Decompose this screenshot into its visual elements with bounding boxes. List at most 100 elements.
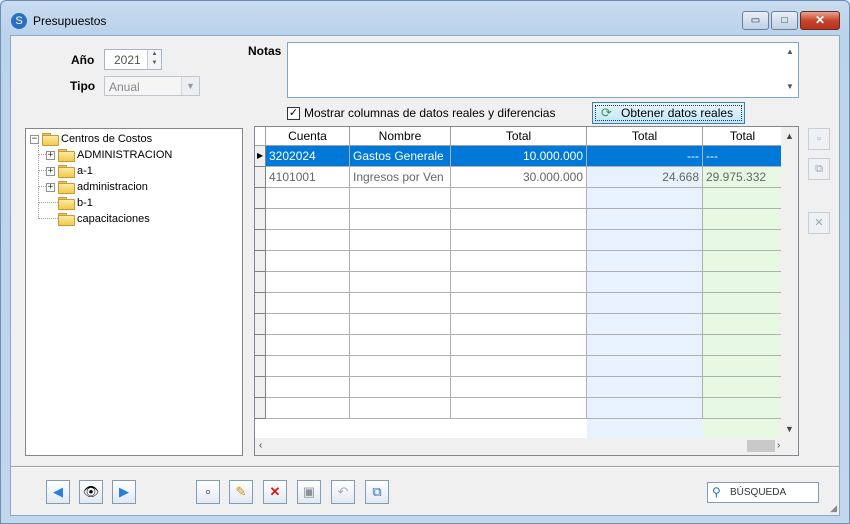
empty-cell[interactable] <box>266 230 350 251</box>
empty-cell[interactable] <box>350 356 451 377</box>
empty-cell[interactable] <box>451 398 587 419</box>
notes-scrollbar[interactable]: ▲ ▼ <box>782 43 798 97</box>
col-header-total[interactable]: Total <box>451 127 587 146</box>
empty-cell[interactable] <box>451 377 587 398</box>
expand-icon[interactable]: + <box>46 150 55 160</box>
delete-line-icon[interactable]: ✕ <box>808 212 830 234</box>
empty-cell[interactable] <box>350 251 451 272</box>
empty-cell[interactable] <box>703 272 783 293</box>
copy-button[interactable]: ⧉ <box>365 480 389 504</box>
empty-cell[interactable] <box>703 188 783 209</box>
tree-item-b-1[interactable]: b-1 <box>58 195 93 211</box>
empty-cell[interactable] <box>350 314 451 335</box>
collapse-icon[interactable]: − <box>30 134 39 144</box>
copy-line-icon[interactable]: ⧉ <box>808 158 830 180</box>
cell-total[interactable]: 30.000.000 <box>451 167 587 188</box>
grid-vertical-scrollbar[interactable]: ▲ ▼ <box>781 127 798 438</box>
search-button[interactable]: ⚲ BÚSQUEDA <box>707 482 819 503</box>
empty-cell[interactable] <box>587 335 703 356</box>
empty-cell[interactable] <box>266 188 350 209</box>
empty-cell[interactable] <box>703 377 783 398</box>
empty-cell[interactable] <box>587 377 703 398</box>
empty-cell[interactable] <box>451 209 587 230</box>
row-indicator[interactable] <box>255 167 266 188</box>
row-indicator[interactable] <box>255 251 266 272</box>
empty-cell[interactable] <box>451 293 587 314</box>
new-button[interactable]: ▫ <box>196 480 220 504</box>
empty-cell[interactable] <box>350 398 451 419</box>
scroll-right-icon[interactable]: › <box>777 440 780 451</box>
cell-total-difference[interactable]: --- <box>703 146 783 167</box>
empty-cell[interactable] <box>451 251 587 272</box>
cell-total-real[interactable]: --- <box>587 146 703 167</box>
show-real-checkbox[interactable]: ✓ Mostrar columnas de datos reales y dif… <box>287 106 555 120</box>
cell-nombre[interactable]: Gastos Generale <box>350 146 451 167</box>
empty-cell[interactable] <box>703 293 783 314</box>
cell-cuenta[interactable]: 4101001 <box>266 167 350 188</box>
row-indicator[interactable] <box>255 272 266 293</box>
empty-cell[interactable] <box>587 272 703 293</box>
empty-cell[interactable] <box>350 335 451 356</box>
find-button[interactable]: 👁 <box>79 480 103 504</box>
checkmark-icon[interactable]: ✓ <box>287 106 300 120</box>
empty-cell[interactable] <box>350 209 451 230</box>
delete-button[interactable]: ✕ <box>263 480 287 504</box>
cell-total-difference[interactable]: 29.975.332 <box>703 167 783 188</box>
row-indicator[interactable] <box>255 188 266 209</box>
empty-cell[interactable] <box>266 335 350 356</box>
undo-button[interactable]: ↶ <box>331 480 355 504</box>
empty-cell[interactable] <box>703 314 783 335</box>
empty-cell[interactable] <box>451 356 587 377</box>
empty-cell[interactable] <box>451 230 587 251</box>
empty-cell[interactable] <box>587 314 703 335</box>
col-header-total-difference[interactable]: Total <box>703 127 783 146</box>
empty-cell[interactable] <box>266 272 350 293</box>
empty-cell[interactable] <box>266 377 350 398</box>
row-indicator[interactable] <box>255 314 266 335</box>
row-indicator[interactable] <box>255 293 266 314</box>
row-indicator[interactable] <box>255 356 266 377</box>
empty-cell[interactable] <box>451 335 587 356</box>
grid-horizontal-scrollbar[interactable]: ‹ › <box>255 438 798 455</box>
empty-cell[interactable] <box>266 356 350 377</box>
cost-center-tree[interactable]: − Centros de Costos + ADMINISTRACION + a… <box>25 128 243 456</box>
empty-cell[interactable] <box>703 251 783 272</box>
row-indicator[interactable] <box>255 230 266 251</box>
empty-cell[interactable] <box>266 293 350 314</box>
chevron-down-icon[interactable]: ▼ <box>181 77 199 95</box>
next-record-button[interactable]: ▶ <box>112 480 136 504</box>
cell-cuenta[interactable]: 3202024 <box>266 146 350 167</box>
notes-textarea[interactable]: ▲ ▼ <box>287 42 799 98</box>
empty-cell[interactable] <box>587 356 703 377</box>
empty-cell[interactable] <box>587 251 703 272</box>
save-button[interactable]: ▣ <box>297 480 321 504</box>
empty-cell[interactable] <box>587 209 703 230</box>
empty-cell[interactable] <box>703 356 783 377</box>
tree-root[interactable]: − Centros de Costos <box>30 131 152 147</box>
tree-item-administracion[interactable]: + administracion <box>46 179 148 195</box>
empty-cell[interactable] <box>587 398 703 419</box>
expand-icon[interactable]: + <box>46 166 55 176</box>
row-indicator[interactable] <box>255 398 266 419</box>
empty-cell[interactable] <box>703 230 783 251</box>
close-button[interactable]: ✕ <box>800 11 840 30</box>
type-select[interactable]: Anual ▼ <box>104 76 200 96</box>
col-header-cuenta[interactable]: Cuenta <box>266 127 350 146</box>
year-spinner[interactable]: 2021 ▲ ▼ <box>104 49 162 70</box>
new-line-icon[interactable]: ▫ <box>808 128 830 150</box>
empty-cell[interactable] <box>350 272 451 293</box>
budget-grid[interactable]: Cuenta Nombre Total Total Total ▶ 320202… <box>254 126 799 456</box>
empty-cell[interactable] <box>451 314 587 335</box>
empty-cell[interactable] <box>451 272 587 293</box>
tree-item-capacitaciones[interactable]: capacitaciones <box>58 211 150 227</box>
obtain-real-data-button[interactable]: ⟳ Obtener datos reales <box>592 102 745 124</box>
empty-cell[interactable] <box>703 209 783 230</box>
minimize-button[interactable]: ▭ <box>742 11 769 30</box>
empty-cell[interactable] <box>703 398 783 419</box>
empty-cell[interactable] <box>350 230 451 251</box>
empty-cell[interactable] <box>266 398 350 419</box>
previous-record-button[interactable]: ◀ <box>46 480 70 504</box>
col-header-nombre[interactable]: Nombre <box>350 127 451 146</box>
empty-cell[interactable] <box>587 230 703 251</box>
cell-total-real[interactable]: 24.668 <box>587 167 703 188</box>
